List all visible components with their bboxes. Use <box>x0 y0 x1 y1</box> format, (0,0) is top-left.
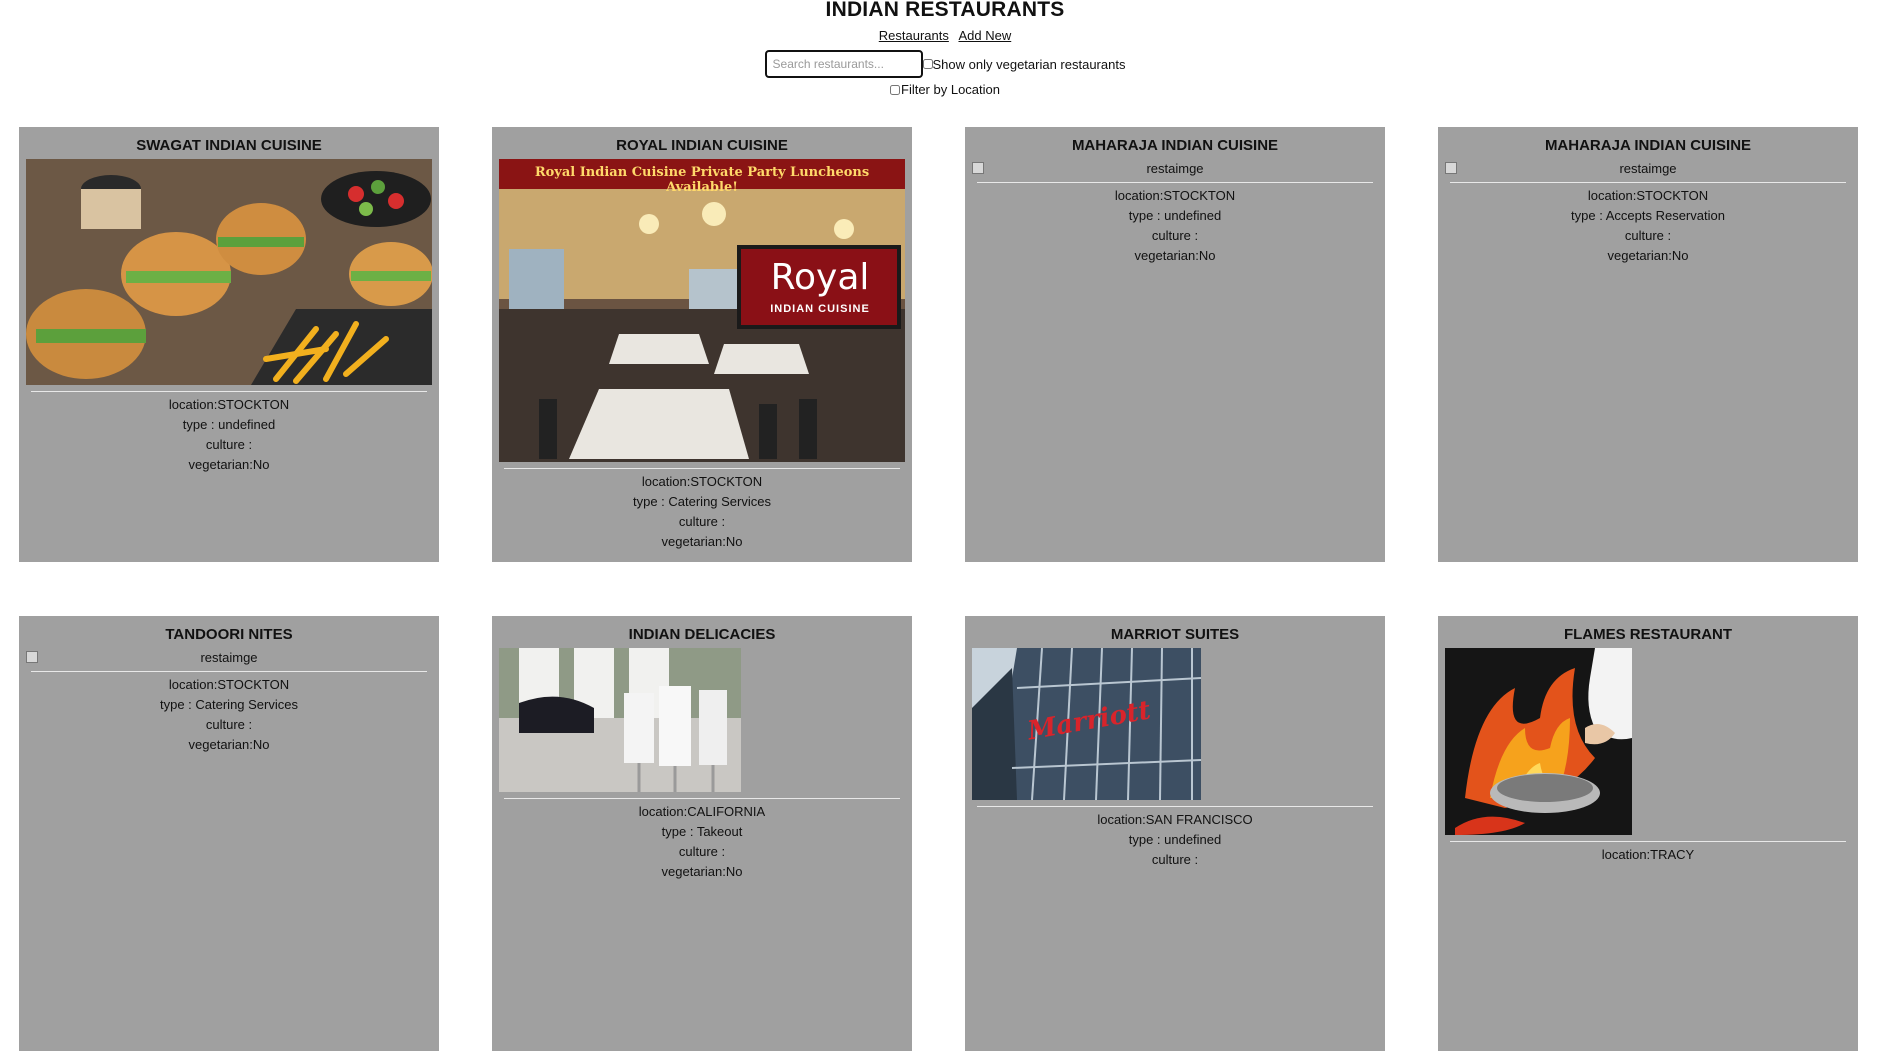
image-alt-text: restaimge <box>200 649 258 665</box>
search-row: Show only vegetarian restaurants <box>0 50 1890 78</box>
page-header: INDIAN RESTAURANTS Restaurants Add New S… <box>0 0 1890 97</box>
banner-text: Royal Indian Cuisine Private Party Lunch… <box>534 165 870 195</box>
restaurant-type: type : Takeout <box>661 824 743 839</box>
location-filter-label: Filter by Location <box>901 82 1000 97</box>
restaurant-type: type : undefined <box>1128 832 1222 847</box>
restaurant-location: location:STOCKTON <box>1114 188 1236 203</box>
restaurant-vegetarian: vegetarian:No <box>1607 248 1689 263</box>
restaurant-grid: SWAGAT INDIAN CUISINE location:STOCKTON … <box>19 127 1858 1051</box>
restaurant-card[interactable]: MARRIOT SUITES Marriott location:SAN FRA… <box>965 616 1385 1051</box>
restaurant-location: location:SAN FRANCISCO <box>1097 812 1253 827</box>
restaurant-name: ROYAL INDIAN CUISINE <box>616 137 788 154</box>
image-alt-text: restaimge <box>1619 160 1677 176</box>
restaurant-card[interactable]: TANDOORI NITES restaimge location:STOCKT… <box>19 616 439 1051</box>
restaurant-location: location:STOCKTON <box>641 474 763 489</box>
restaurant-culture: culture : <box>678 844 726 859</box>
lounge-interior-photo <box>499 648 741 792</box>
restaurant-dining-room-photo: Royal Indian Cuisine Private Party Lunch… <box>499 159 905 462</box>
page-title: INDIAN RESTAURANTS <box>825 0 1065 21</box>
restaurant-vegetarian: vegetarian:No <box>661 864 743 879</box>
restaurant-culture: culture : <box>1151 852 1199 867</box>
restaurant-location: location:CALIFORNIA <box>638 804 766 819</box>
image-alt-text: restaimge <box>1146 160 1204 176</box>
restaurant-card[interactable]: MAHARAJA INDIAN CUISINE restaimge locati… <box>965 127 1385 562</box>
broken-image: restaimge <box>972 160 1378 176</box>
location-filter-checkbox[interactable] <box>890 84 900 95</box>
nav-link-add-new[interactable]: Add New <box>958 28 1011 43</box>
burger-platter-photo <box>26 159 432 385</box>
restaurant-type: type : undefined <box>1128 208 1222 223</box>
restaurant-location: location:TRACY <box>1601 847 1695 862</box>
restaurant-type: type : Catering Services <box>632 494 771 509</box>
location-filter-row: Filter by Location <box>0 82 1890 97</box>
royal-logo-text: Royal <box>770 257 870 298</box>
broken-image-icon <box>1445 162 1457 174</box>
restaurant-card[interactable]: SWAGAT INDIAN CUISINE location:STOCKTON … <box>19 127 439 562</box>
top-nav: Restaurants Add New <box>0 28 1890 44</box>
broken-image-icon <box>26 651 38 663</box>
vegetarian-checkbox-label: Show only vegetarian restaurants <box>932 56 1126 72</box>
restaurant-vegetarian: vegetarian:No <box>661 534 743 549</box>
restaurant-vegetarian: vegetarian:No <box>188 737 270 752</box>
restaurant-culture: culture : <box>205 717 253 732</box>
restaurant-culture: culture : <box>678 514 726 529</box>
restaurant-card[interactable]: ROYAL INDIAN CUISINE Royal Indian Cuisin… <box>492 127 912 562</box>
royal-logo-subtext: INDIAN CUISINE <box>770 303 870 315</box>
vegetarian-checkbox[interactable] <box>922 59 933 69</box>
restaurant-name: MARRIOT SUITES <box>1110 626 1240 643</box>
restaurant-card[interactable]: FLAMES RESTAURANT location:TRACY <box>1438 616 1858 1051</box>
flaming-pan-photo <box>1445 648 1632 835</box>
restaurant-name: TANDOORI NITES <box>165 626 293 643</box>
broken-image: restaimge <box>26 649 432 665</box>
restaurant-vegetarian: vegetarian:No <box>1134 248 1216 263</box>
restaurant-card[interactable]: MAHARAJA INDIAN CUISINE restaimge locati… <box>1438 127 1858 562</box>
restaurant-culture: culture : <box>205 437 253 452</box>
search-input[interactable] <box>764 50 923 78</box>
restaurant-vegetarian: vegetarian:No <box>188 457 270 472</box>
restaurant-name: MAHARAJA INDIAN CUISINE <box>1544 137 1752 154</box>
restaurant-culture: culture : <box>1151 228 1199 243</box>
restaurant-location: location:STOCKTON <box>1587 188 1709 203</box>
restaurant-name: FLAMES RESTAURANT <box>1563 626 1733 643</box>
broken-image-icon <box>972 162 984 174</box>
broken-image: restaimge <box>1445 160 1851 176</box>
restaurant-culture: culture : <box>1624 228 1672 243</box>
restaurant-location: location:STOCKTON <box>168 677 290 692</box>
restaurant-type: type : Accepts Reservation <box>1571 208 1725 223</box>
restaurant-name: INDIAN DELICACIES <box>628 626 776 643</box>
restaurant-name: SWAGAT INDIAN CUISINE <box>136 137 322 154</box>
restaurant-card[interactable]: INDIAN DELICACIES location:CALIFORNIA ty… <box>492 616 912 1051</box>
restaurant-name: MAHARAJA INDIAN CUISINE <box>1071 137 1279 154</box>
restaurant-type: type : Catering Services <box>159 697 298 712</box>
nav-link-restaurants[interactable]: Restaurants <box>879 28 949 43</box>
restaurant-location: location:STOCKTON <box>168 397 290 412</box>
hotel-building-photo: Marriott <box>972 648 1201 800</box>
restaurant-type: type : undefined <box>182 417 276 432</box>
